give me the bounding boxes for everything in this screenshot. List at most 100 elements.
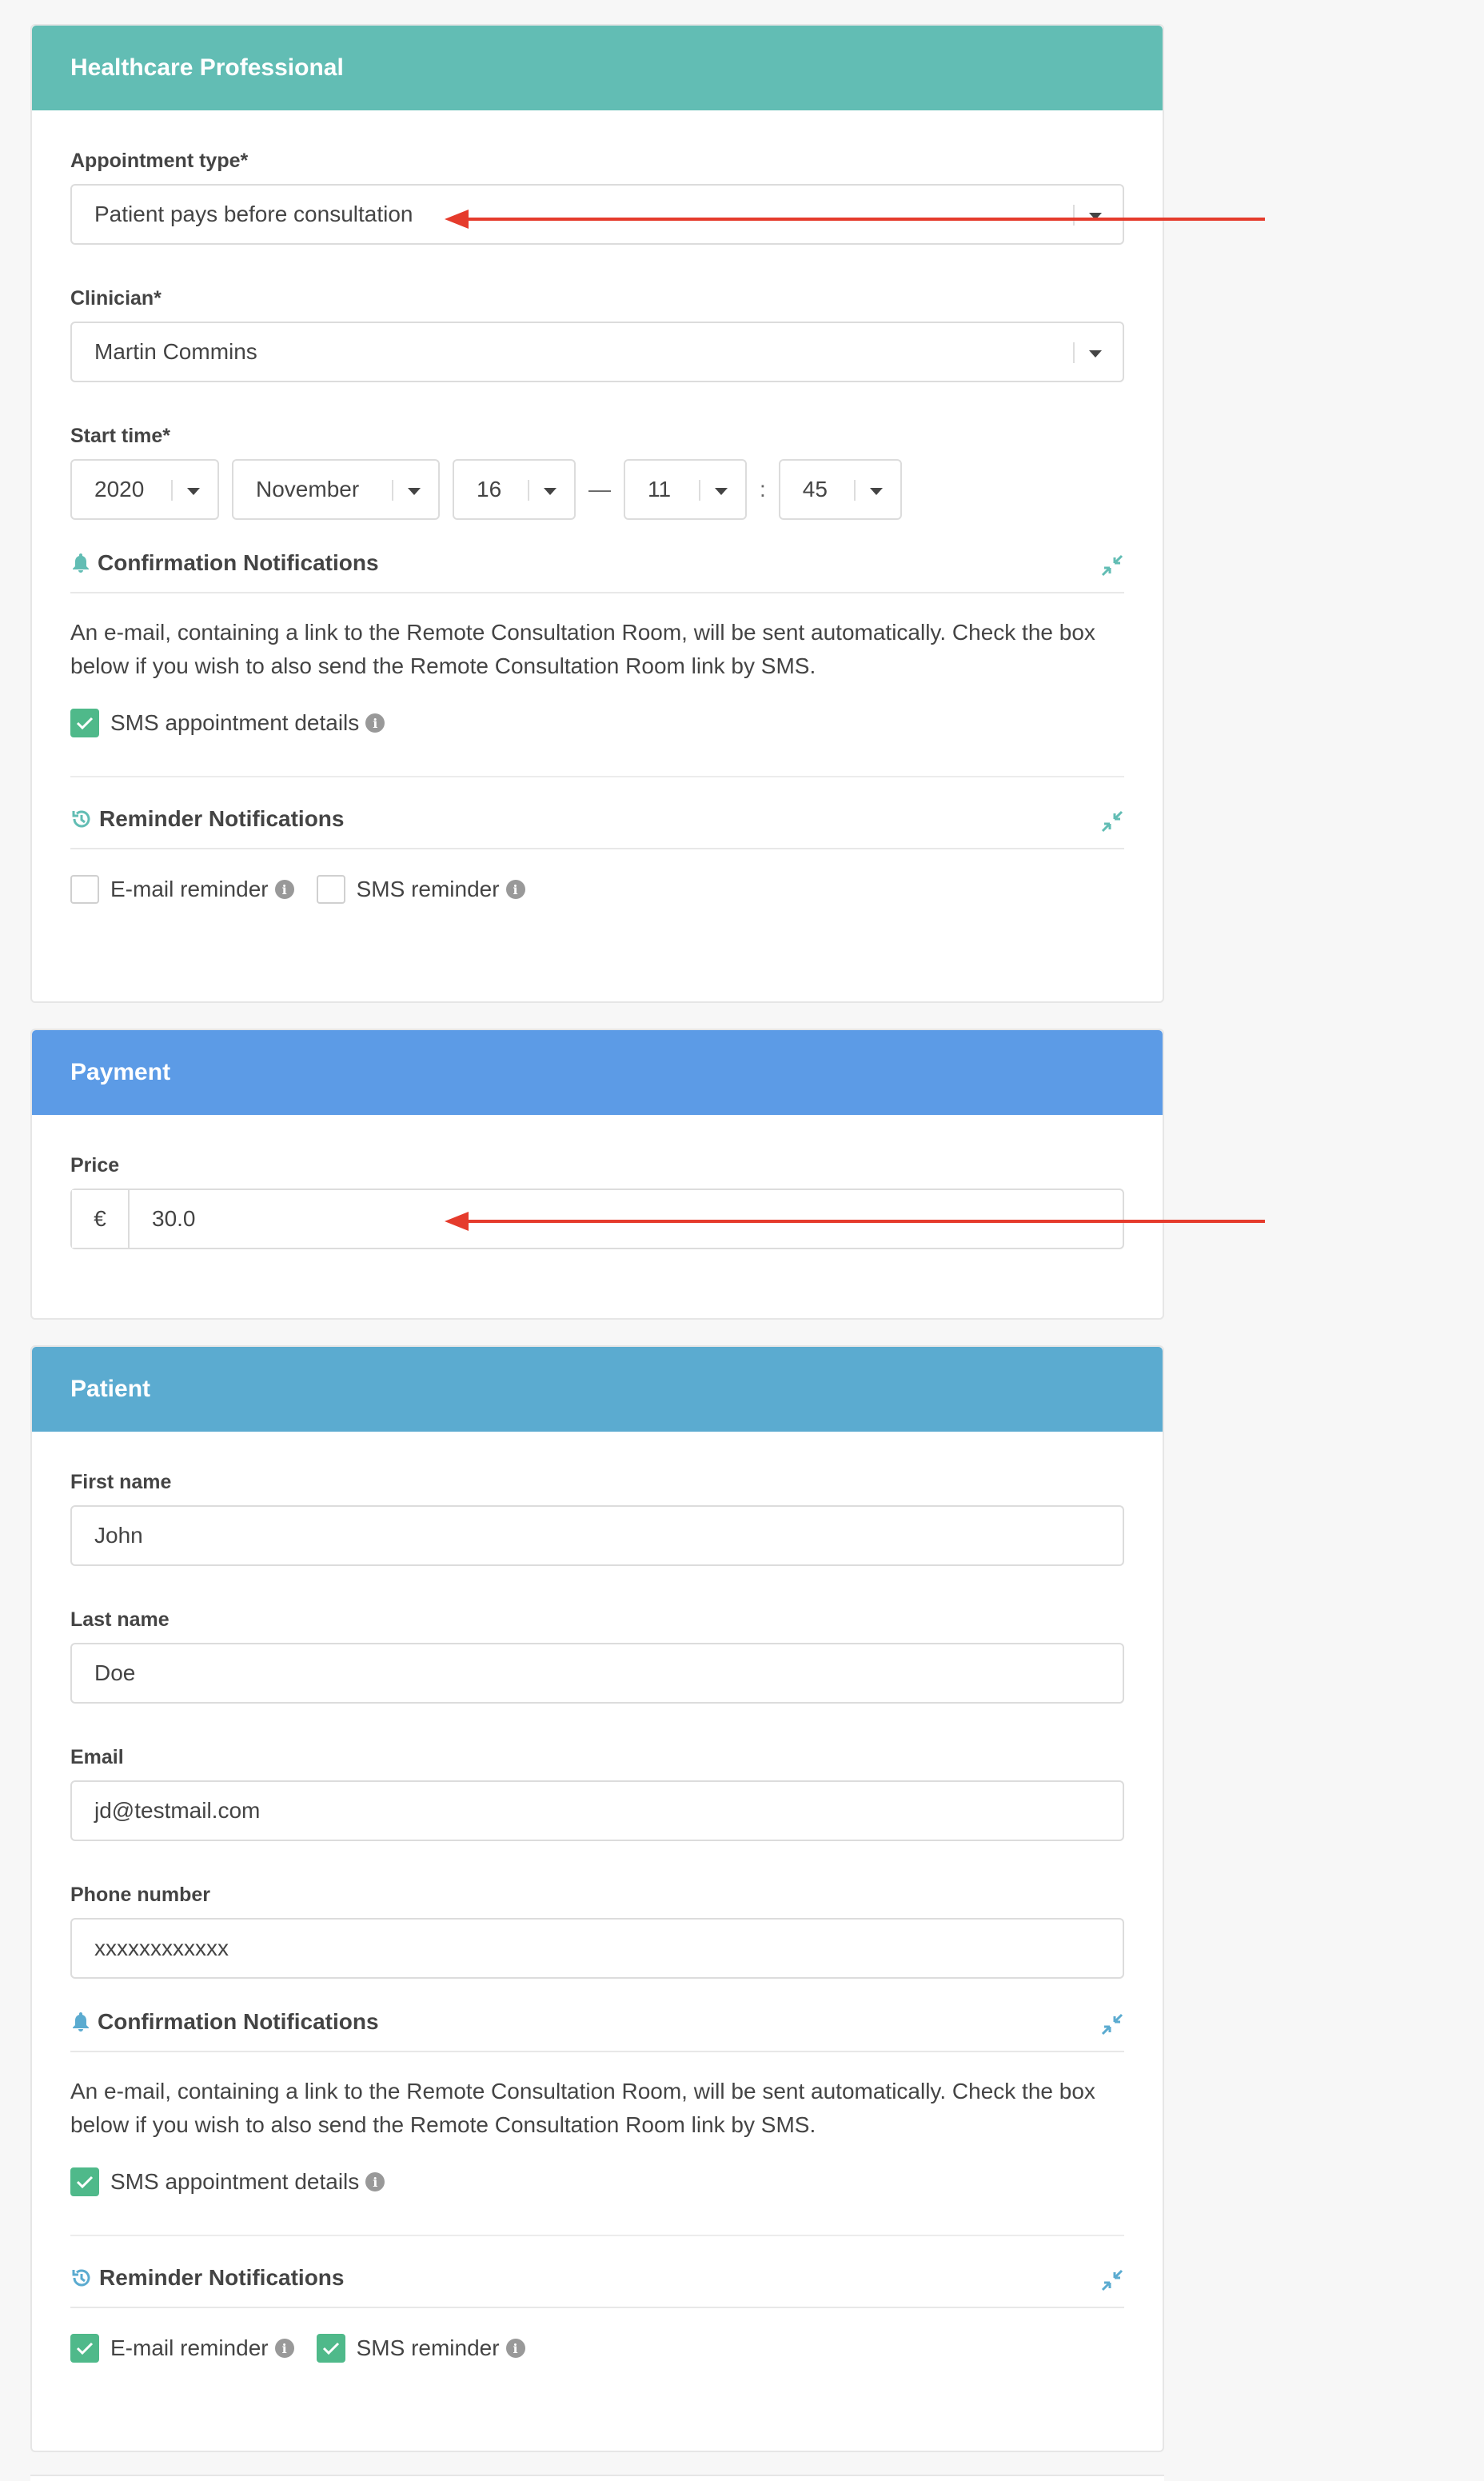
caret-down-icon [408, 488, 421, 495]
bell-icon [70, 552, 91, 574]
patient-email-reminder-item: E-mail reminder i [70, 2334, 294, 2363]
hp-email-reminder-label: E-mail reminder [110, 877, 269, 901]
info-icon[interactable]: i [365, 713, 385, 733]
patient-reminder-title: Reminder Notifications [99, 2265, 345, 2290]
hp-reminder-row: E-mail reminder i SMS reminder i [70, 873, 1124, 905]
patient-confirmation-title: Confirmation Notifications [98, 2009, 379, 2034]
compress-icon[interactable] [1100, 2268, 1124, 2292]
year-value: 2020 [94, 477, 145, 501]
first-name-value: John [94, 1523, 143, 1548]
select-separator [1073, 342, 1075, 363]
phone-label: Phone number [70, 1884, 211, 1906]
first-name-label: First name [70, 1471, 172, 1493]
caret-down-icon [869, 488, 883, 495]
currency-prefix: € [72, 1190, 130, 1248]
hp-reminder-title: Reminder Notifications [99, 806, 345, 831]
hp-sms-reminder-item: SMS reminder i [316, 875, 525, 904]
patient-confirmation-text: An e-mail, containing a link to the Remo… [70, 2079, 1095, 2137]
hp-email-reminder-checkbox[interactable] [70, 875, 99, 904]
patient-sms-details-label: SMS appointment details [110, 2169, 360, 2194]
bell-icon [70, 2011, 91, 2033]
clinician-value: Martin Commins [94, 339, 257, 364]
payment-header: Payment [32, 1030, 1163, 1115]
hp-confirmation-title: Confirmation Notifications [98, 550, 379, 575]
hp-reminder-header: Reminder Notifications [70, 790, 1124, 849]
minute-select[interactable]: 45 [778, 459, 902, 520]
patient-title: Patient [70, 1376, 151, 1402]
patient-reminder-row: E-mail reminder i SMS reminder i [70, 2332, 1124, 2364]
month-select[interactable]: November [232, 459, 440, 520]
clinician-label: Clinician* [70, 287, 162, 310]
compress-icon[interactable] [1100, 553, 1124, 577]
clinician-select[interactable]: Martin Commins [70, 322, 1124, 382]
day-value: 16 [477, 477, 502, 501]
email-label: Email [70, 1746, 124, 1768]
day-select[interactable]: 16 [453, 459, 576, 520]
patient-sms-reminder-label: SMS reminder [356, 2335, 500, 2360]
info-icon[interactable]: i [505, 880, 525, 899]
caret-down-icon [544, 488, 556, 495]
select-separator [392, 480, 393, 501]
hp-sms-reminder-checkbox[interactable] [316, 875, 345, 904]
select-separator [853, 480, 856, 501]
hour-value: 11 [648, 477, 672, 501]
price-label: Price [70, 1154, 120, 1177]
phone-input[interactable]: xxxxxxxxxxxx [70, 1918, 1124, 1979]
info-icon[interactable]: i [274, 2339, 294, 2358]
info-icon[interactable]: i [274, 880, 294, 899]
payment-card: Payment Price € 30.0 [30, 1029, 1164, 1320]
patient-sms-details-checkbox[interactable] [70, 2167, 99, 2196]
date-time-dash: — [588, 477, 611, 501]
select-separator [171, 480, 173, 501]
start-time-row: 2020 November 16 — 11: 45 [70, 459, 1124, 520]
hp-confirmation-text: An e-mail, containing a link to the Remo… [70, 620, 1095, 678]
healthcare-professional-title: Healthcare Professional [70, 54, 344, 81]
patient-email-reminder-label: E-mail reminder [110, 2335, 269, 2360]
hp-sms-reminder-label: SMS reminder [356, 877, 500, 901]
history-icon [70, 808, 93, 830]
hp-confirmation-header: Confirmation Notifications [70, 534, 1124, 593]
hp-sms-details-checkbox[interactable] [70, 709, 99, 737]
patient-confirmation-header: Confirmation Notifications [70, 1993, 1124, 2052]
compress-icon[interactable] [1100, 809, 1124, 833]
annotation-arrow-appointment [445, 210, 1265, 229]
info-icon[interactable]: i [505, 2339, 525, 2358]
patient-reminder-header: Reminder Notifications [70, 2249, 1124, 2308]
email-input[interactable]: jd@testmail.com [70, 1780, 1124, 1841]
divider [70, 2235, 1124, 2236]
healthcare-professional-card: Healthcare Professional Appointment type… [30, 24, 1164, 1003]
hp-sms-details-label: SMS appointment details [110, 710, 360, 735]
appointment-type-value: Patient pays before consultation [94, 202, 413, 226]
first-name-input[interactable]: John [70, 1505, 1124, 1566]
info-icon[interactable]: i [365, 2172, 385, 2191]
hp-sms-details-row: SMS appointment details i [70, 707, 1124, 739]
divider [70, 776, 1124, 777]
caret-down-icon [1089, 350, 1102, 358]
last-name-label: Last name [70, 1608, 170, 1631]
month-value: November [256, 477, 360, 501]
price-input[interactable]: 30.0 [130, 1190, 196, 1248]
hp-email-reminder-item: E-mail reminder i [70, 875, 294, 904]
minute-value: 45 [802, 477, 828, 501]
caret-down-icon [187, 488, 200, 495]
hour-select[interactable]: 11 [624, 459, 747, 520]
patient-email-reminder-checkbox[interactable] [70, 2334, 99, 2363]
select-separator [699, 480, 700, 501]
next-card-edge [30, 2475, 1164, 2481]
caret-down-icon [715, 488, 728, 495]
payment-title: Payment [70, 1059, 171, 1085]
last-name-input[interactable]: Doe [70, 1643, 1124, 1704]
check-icon [76, 2342, 94, 2355]
patient-card: Patient First name John Last name Doe Em… [30, 1345, 1164, 2452]
check-icon [76, 717, 94, 730]
time-colon: : [760, 477, 766, 501]
email-value: jd@testmail.com [94, 1798, 261, 1823]
year-select[interactable]: 2020 [70, 459, 219, 520]
history-icon [70, 2267, 93, 2289]
compress-icon[interactable] [1100, 2012, 1124, 2036]
healthcare-professional-header: Healthcare Professional [32, 26, 1163, 110]
patient-sms-reminder-item: SMS reminder i [316, 2334, 525, 2363]
start-time-label: Start time* [70, 425, 171, 447]
appointment-type-label: Appointment type* [70, 150, 249, 172]
patient-sms-reminder-checkbox[interactable] [316, 2334, 345, 2363]
